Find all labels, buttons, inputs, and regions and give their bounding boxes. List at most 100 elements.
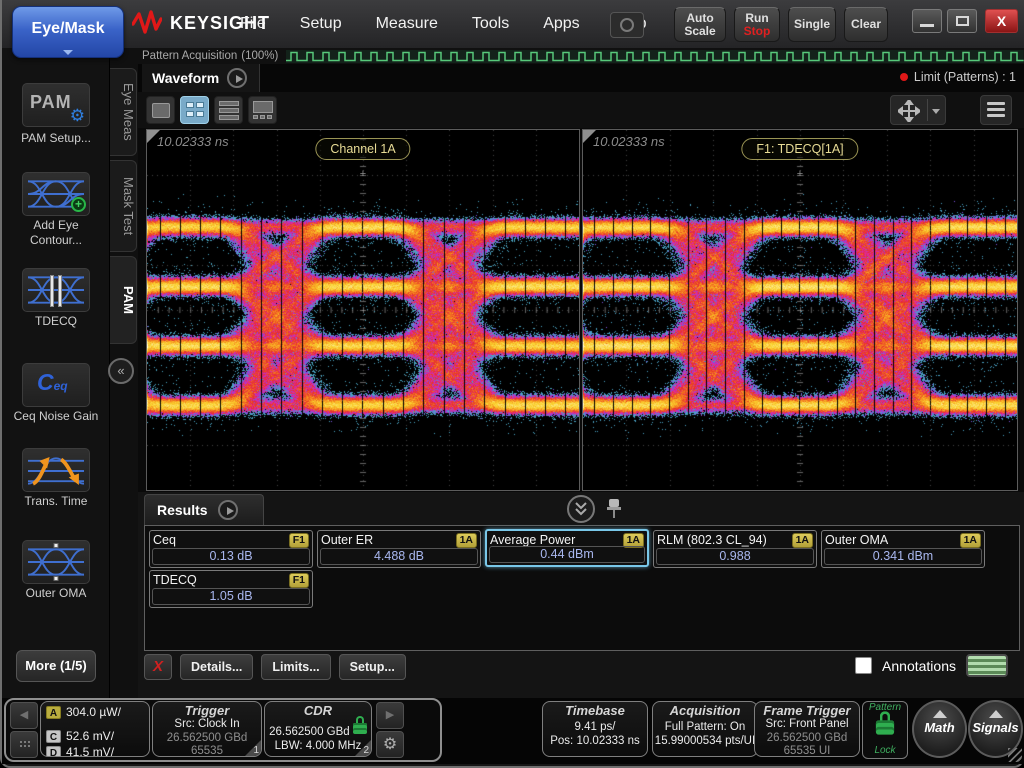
more-measurements-button[interactable]: More (1/5) — [16, 650, 96, 682]
sidebar-item-outer-oma[interactable] — [22, 540, 90, 584]
chevron-up-icon — [933, 710, 947, 718]
sidebar-item-trans-time[interactable] — [22, 448, 90, 492]
math-button[interactable]: Math — [912, 700, 967, 758]
channel-pages-button[interactable] — [10, 731, 38, 758]
measurement-outer-oma[interactable]: Outer OMA 1A 0.341 dBm — [821, 530, 985, 568]
measurement-outer-er[interactable]: Outer ER 1A 4.488 dB — [317, 530, 481, 568]
channel-label-pill[interactable]: Channel 1A — [315, 138, 410, 160]
tab-waveform[interactable]: Waveform — [142, 64, 260, 92]
single-button[interactable]: Single — [788, 7, 836, 42]
sidebar-item-label: Add Eye — [2, 218, 110, 232]
measurement-tdecq[interactable]: TDECQ F1 1.05 dB — [149, 570, 313, 608]
measurement-name: Ceq — [153, 533, 176, 547]
delete-measurement-button[interactable]: X — [144, 654, 172, 680]
menu-setup[interactable]: Setup — [300, 15, 342, 33]
oma-marker-icon — [54, 576, 59, 581]
tab-mask-test[interactable]: Mask Test — [110, 160, 137, 252]
pin-icon[interactable] — [607, 497, 621, 521]
measurement-name: TDECQ — [153, 573, 197, 587]
measurement-ceq[interactable]: Ceq F1 0.13 dB — [149, 530, 313, 568]
minimize-button[interactable] — [912, 9, 942, 33]
sidebar-item-pam-setup[interactable]: PAM ⚙ — [22, 83, 90, 127]
layout-thumbnail-button[interactable] — [248, 96, 277, 124]
clear-button[interactable]: Clear — [844, 7, 888, 42]
auto-scale-button[interactable]: Auto Scale — [674, 7, 726, 42]
waveform-pane-f1-tdecq[interactable]: 10.02333 ns F1: TDECQ[1A] + — [582, 129, 1018, 491]
eye-mask-mode-button[interactable]: Eye/Mask — [12, 6, 124, 58]
limits-button[interactable]: Limits... — [261, 654, 330, 680]
waveform-display-area: 10.02333 ns Channel 1A + 10.02333 ns F1:… — [138, 128, 1024, 492]
sidebar-item-label: Outer OMA — [2, 586, 110, 600]
annotation-color-button[interactable] — [966, 654, 1008, 677]
auto-scale-line1: Auto — [675, 12, 725, 25]
trigger-divide: 65535 — [153, 745, 261, 757]
play-icon[interactable] — [218, 500, 238, 520]
pattern-acquisition-label: Pattern Acquisition — [142, 50, 237, 62]
play-icon[interactable] — [227, 68, 247, 88]
details-button[interactable]: Details... — [180, 654, 253, 680]
measurement-rlm[interactable]: RLM (802.3 CL_94) 1A 0.988 — [653, 530, 817, 568]
timebase-panel[interactable]: Timebase 9.41 ps/ Pos: 10.02333 ns — [542, 701, 648, 757]
sidebar-item-tdecq[interactable] — [22, 268, 90, 312]
measurement-sidebar: PAM ⚙ PAM Setup... + Add Eye Contour... — [2, 48, 138, 698]
close-button[interactable]: X — [985, 9, 1018, 33]
menu-apps[interactable]: Apps — [543, 15, 579, 33]
center-marker: + — [360, 168, 366, 180]
pattern-lock-panel[interactable]: Pattern Lock — [862, 701, 908, 759]
layout-single-button[interactable] — [146, 96, 175, 124]
measurement-average-power[interactable]: Average Power 1A 0.44 dBm — [485, 529, 649, 567]
pattern-acquisition-bar: Pattern Acquisition (100%) — [138, 48, 1024, 64]
acquisition-panel[interactable]: Acquisition Full Pattern: On 15.99000534… — [652, 701, 758, 757]
scroll-right-button[interactable]: ▶ — [376, 702, 404, 729]
hamburger-icon — [987, 102, 1005, 105]
pan-zoom-button[interactable] — [890, 95, 946, 125]
limit-status-dot — [900, 73, 908, 81]
measurement-value: 0.988 — [656, 548, 814, 565]
screenshot-camera-icon[interactable] — [610, 12, 644, 38]
eye-diagram-canvas-right[interactable] — [583, 130, 1017, 490]
measurement-value: 1.05 dB — [152, 588, 310, 605]
limit-status: Limit (Patterns) : 1 — [900, 70, 1016, 84]
measurement-name: Average Power — [490, 533, 575, 547]
eye-mask-label: Eye/Mask — [32, 20, 105, 37]
sidebar-item-add-eye-contour[interactable]: + — [22, 172, 90, 216]
tab-results[interactable]: Results — [144, 494, 264, 525]
display-menu-button[interactable] — [980, 95, 1012, 125]
eye-diagram-canvas-left[interactable] — [147, 130, 579, 490]
annotations-checkbox[interactable] — [855, 657, 872, 674]
source-badge: 1A — [792, 533, 813, 548]
center-marker: + — [797, 168, 803, 180]
flexdca-app-window: KEYSIGHT File Setup Measure Tools Apps H… — [0, 0, 1024, 768]
tab-eye-meas[interactable]: Eye Meas — [110, 68, 137, 156]
scroll-left-button[interactable]: ◀ — [10, 702, 38, 729]
channels-panel[interactable]: A 304.0 µW/ C 52.6 mV/ D 41.5 mV/ — [40, 701, 150, 757]
resize-grip[interactable] — [1008, 748, 1022, 762]
lock-icon — [353, 722, 367, 735]
sidebar-item-label: Contour... — [2, 233, 110, 247]
collapse-results-button[interactable] — [567, 495, 595, 523]
run-stop-button[interactable]: Run Stop — [734, 7, 780, 42]
status-bar: ◀ A 304.0 µW/ C 52.6 mV/ D 41.5 mV/ Trig… — [2, 698, 1024, 764]
trigger-source: Src: Clock In — [153, 718, 261, 732]
function-label-pill[interactable]: F1: TDECQ[1A] — [741, 138, 858, 160]
sidebar-collapse-button[interactable]: « — [108, 358, 134, 384]
setup-button[interactable]: Setup... — [339, 654, 406, 680]
layout-quad-button[interactable] — [180, 96, 209, 124]
chevron-down-icon[interactable] — [932, 109, 940, 114]
timebase-stamp: 10.02333 ns — [593, 134, 665, 149]
layout-rows-button[interactable] — [214, 96, 243, 124]
waveform-pane-channel-1a[interactable]: 10.02333 ns Channel 1A + — [146, 129, 580, 491]
single-label: Single — [789, 18, 835, 31]
math-label: Math — [914, 720, 965, 735]
cdr-panel[interactable]: CDR 26.562500 GBd LBW: 4.000 MHz 2 — [264, 701, 372, 757]
menu-measure[interactable]: Measure — [376, 15, 438, 33]
sidebar-item-ceq-noise-gain[interactable]: Ceq — [22, 363, 90, 407]
maximize-button[interactable] — [947, 9, 977, 33]
menu-tools[interactable]: Tools — [472, 15, 509, 33]
annotations-label: Annotations — [882, 658, 956, 674]
trigger-panel[interactable]: Trigger Src: Clock In 26.562500 GBd 6553… — [152, 701, 262, 757]
frame-trigger-panel[interactable]: Frame Trigger Src: Front Panel 26.562500… — [754, 701, 860, 757]
menu-file[interactable]: File — [240, 15, 266, 33]
tab-pam[interactable]: PAM — [110, 256, 137, 344]
hardware-settings-gear-button[interactable]: ⚙ — [376, 731, 404, 758]
